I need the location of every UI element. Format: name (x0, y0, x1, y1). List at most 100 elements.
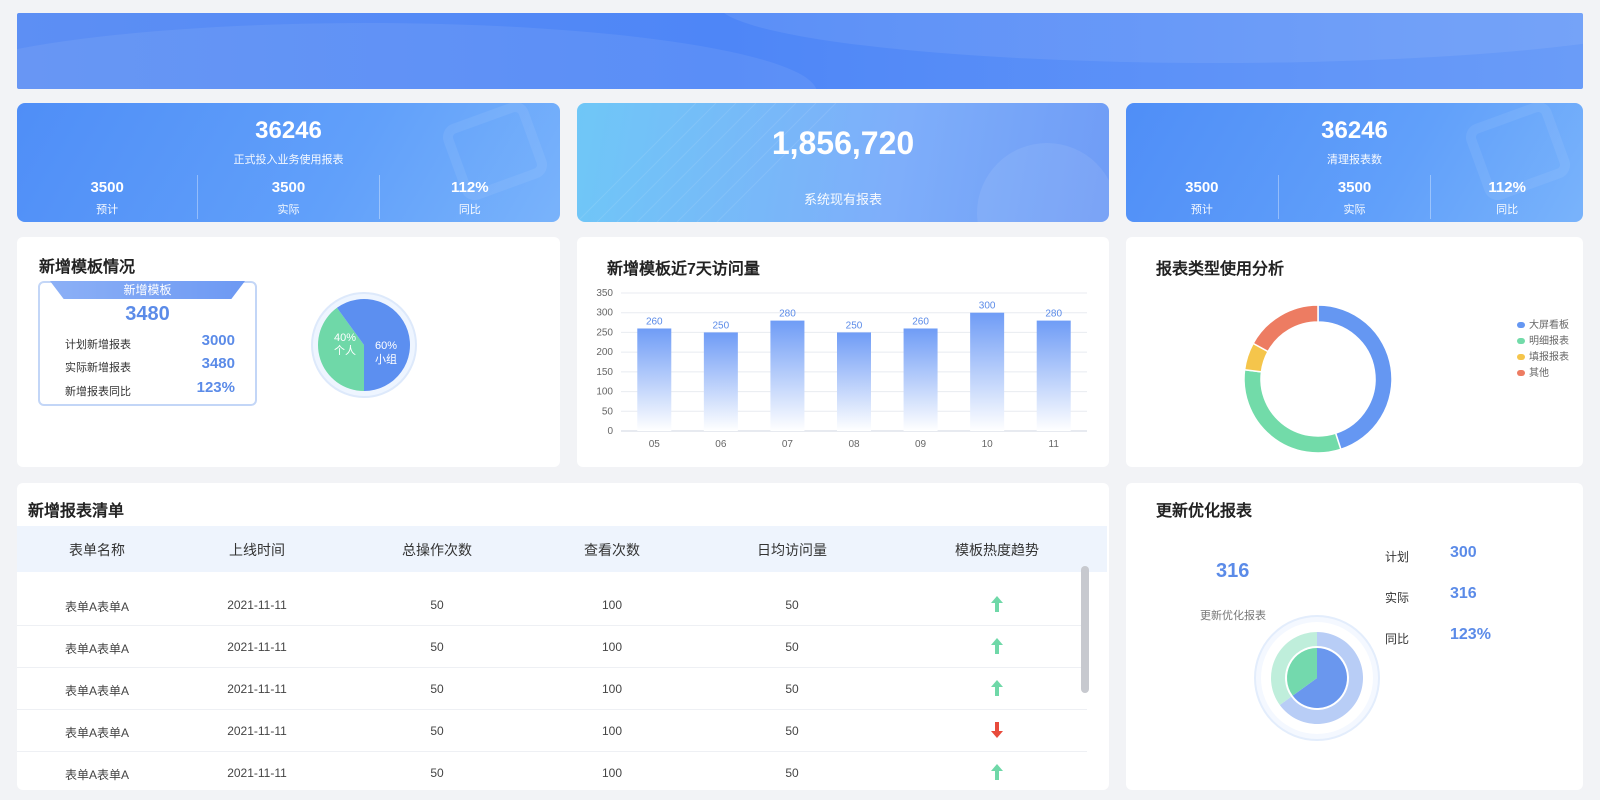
cell-views: 100 (601, 682, 623, 696)
visits-bar-chart: 0 50 100 150 200 250 300 350 260 05 250 06 280 07 250 0… (596, 288, 1087, 450)
y-tick-label: 200 (596, 347, 613, 358)
cell-ops: 50 (430, 640, 444, 654)
kpi-total-label: 系统现有报表 (803, 192, 882, 207)
template-row-plan: 计划新增报表 3000 (65, 332, 235, 351)
cell-ops: 50 (430, 682, 444, 696)
y-tick-label: 0 (607, 426, 613, 437)
kpi-col-expected: 3500 预计 (90, 179, 124, 216)
cell-ops: 50 (430, 598, 444, 612)
top-banner (17, 13, 1583, 89)
legend-item-detail: 明细报表 (1517, 332, 1569, 347)
bar-value-label: 300 (979, 301, 996, 312)
cell-date: 2021-11-11 (227, 724, 287, 738)
x-tick-label: 09 (915, 439, 927, 450)
x-tick-label: 10 (982, 439, 994, 450)
column-header-trend[interactable]: 模板热度趋势 (937, 540, 1057, 560)
cell-date: 2021-11-11 (227, 766, 287, 780)
cell-views: 100 (601, 724, 623, 738)
cell-date: 2021-11-11 (227, 682, 287, 696)
cell-date: 2021-11-11 (227, 640, 287, 654)
x-tick-label: 11 (1049, 439, 1060, 450)
visits-chart-card: 新增模板近7天访问量 0 50 100 150 200 250 300 350 260 05 250… (577, 237, 1109, 467)
optimize-row-yoy: 同比 123% (1385, 626, 1491, 646)
column-header-daily[interactable]: 日均访问量 (732, 540, 852, 560)
x-tick-label: 08 (848, 439, 860, 450)
bar-value-label: 250 (713, 320, 730, 331)
template-box-value: 3480 (125, 303, 170, 325)
cell-daily: 50 (785, 640, 799, 654)
trend-up-icon (987, 637, 1007, 658)
kpi-card-cleaned: 36246 清理报表数 3500 预计 3500 实际 112% 同比 (1126, 103, 1583, 222)
cell-daily: 50 (785, 724, 799, 738)
type-usage-card: 报表类型使用分析 大屏看板 明细报表 填报报表 其他 (1126, 237, 1583, 467)
template-pie-chart: 40% 个人 60% 小组 (311, 292, 417, 398)
donut-slice-4 (1252, 304, 1319, 353)
optimize-value: 316 (1216, 560, 1250, 582)
trend-down-icon (987, 721, 1007, 742)
cell-name: 表单A表单A (64, 726, 129, 740)
kpi-col-yoy: 112% 同比 (378, 175, 560, 219)
table-header: 表单名称 上线时间 总操作次数 查看次数 日均访问量 模板热度趋势 (17, 526, 1107, 572)
cell-ops: 50 (430, 724, 444, 738)
table-row[interactable]: 表单A表单A 2021-11-11 50 100 50 (17, 752, 1087, 790)
bar-07 (770, 320, 805, 431)
kpi-label: 正式投入业务使用报表 (233, 154, 344, 166)
kpi-value: 36246 (255, 117, 322, 144)
optimize-row-actual: 实际 316 (1385, 585, 1477, 605)
template-box-title: 新增模板 (50, 281, 245, 299)
bar-value-label: 260 (646, 316, 663, 327)
trend-up-icon (987, 679, 1007, 700)
kpi-col-yoy: 112% 同比 (1430, 175, 1583, 219)
card-title: 新增报表清单 (28, 503, 125, 520)
column-header-views[interactable]: 查看次数 (562, 540, 662, 560)
cell-views: 100 (601, 766, 623, 780)
new-template-card: 新增模板情况 新增模板 3480 计划新增报表 3000 实际新增报表 3480 新… (17, 237, 560, 467)
y-tick-label: 50 (602, 406, 614, 417)
optimize-row-plan: 计划 300 (1385, 544, 1477, 564)
table-row[interactable]: 表单A表单A 2021-11-11 50 100 50 (17, 668, 1087, 710)
cell-ops: 50 (430, 766, 444, 780)
cell-daily: 50 (785, 598, 799, 612)
column-header-date[interactable]: 上线时间 (207, 540, 307, 560)
cell-views: 100 (601, 598, 623, 612)
optimize-radial-chart (1254, 615, 1380, 741)
bar-08 (837, 332, 871, 431)
x-tick-label: 07 (782, 439, 794, 450)
x-tick-label: 05 (649, 439, 661, 450)
bar-value-label: 280 (779, 309, 796, 320)
table-row[interactable]: 表单A表单A 2021-11-11 50 100 50 (17, 710, 1087, 752)
cell-views: 100 (601, 640, 623, 654)
cell-name: 表单A表单A (64, 600, 129, 614)
kpi-col-expected: 3500 预计 (1185, 179, 1219, 216)
kpi-label: 清理报表数 (1327, 154, 1382, 166)
kpi-col-actual: 3500 实际 (1277, 175, 1431, 219)
column-header-name[interactable]: 表单名称 (47, 540, 147, 560)
bar-value-label: 260 (912, 316, 929, 327)
column-header-ops[interactable]: 总操作次数 (377, 540, 497, 560)
bar-11 (1036, 320, 1071, 431)
bar-value-label: 280 (1045, 309, 1062, 320)
legend-item-fill: 填报报表 (1517, 348, 1569, 363)
template-row-actual: 实际新增报表 3480 (65, 355, 235, 374)
card-title: 更新优化报表 (1156, 503, 1253, 520)
table-scrollbar[interactable] (1081, 566, 1089, 693)
trend-up-icon (987, 763, 1007, 784)
y-tick-label: 100 (596, 387, 613, 398)
cell-date: 2021-11-11 (227, 598, 287, 612)
pie-label-personal-name: 个人 (334, 344, 356, 357)
table-row[interactable]: 表单A表单A 2021-11-11 50 100 50 (17, 584, 1087, 626)
bar-10 (970, 312, 1005, 431)
donut-slice-2 (1243, 368, 1342, 454)
bar-09 (903, 328, 938, 431)
report-list-card: 新增报表清单 表单名称 上线时间 总操作次数 查看次数 日均访问量 模板热度趋势… (17, 483, 1109, 790)
bar-value-label: 250 (846, 320, 863, 331)
donut-slice-1 (1317, 304, 1393, 451)
pie-label-personal-pct: 40% (334, 332, 356, 344)
cell-daily: 50 (785, 682, 799, 696)
cell-name: 表单A表单A (64, 768, 129, 782)
bar-06 (703, 332, 738, 431)
pie-label-group-name: 小组 (375, 352, 397, 366)
x-tick-label: 06 (715, 439, 727, 450)
table-row[interactable]: 表单A表单A 2021-11-11 50 100 50 (17, 626, 1087, 668)
cell-name: 表单A表单A (64, 642, 129, 656)
